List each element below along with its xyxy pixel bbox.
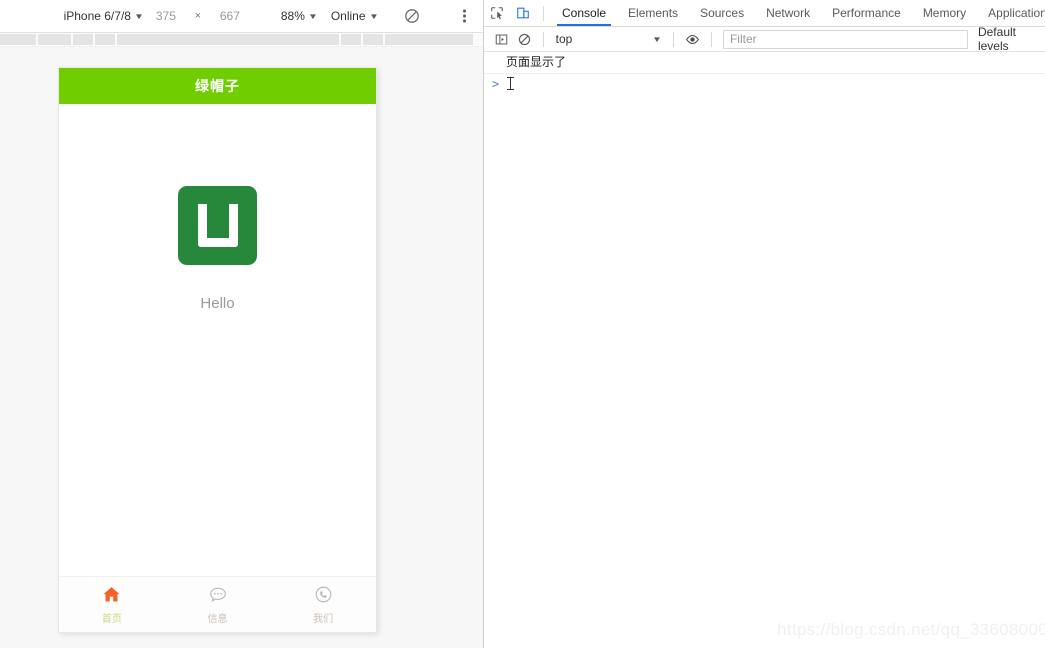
console-sidebar-icon[interactable] [490, 26, 513, 52]
tabbar-item-messages[interactable]: 信息 [165, 577, 271, 632]
ruler-segment [95, 34, 115, 45]
no-throttling-icon[interactable] [403, 7, 421, 25]
ruler-segment [117, 34, 339, 45]
javascript-context-selector[interactable]: top ▼ [551, 30, 667, 49]
ruler-segment [363, 34, 383, 45]
tab-performance-label: Performance [832, 6, 901, 20]
tab-elements[interactable]: Elements [617, 0, 689, 26]
tab-sources[interactable]: Sources [689, 0, 755, 26]
ruler-segment [341, 34, 361, 45]
app-tabbar: 首页 信息 我们 [59, 576, 376, 632]
ruler-segment [73, 34, 93, 45]
devtools-pane: Console Elements Sources Network Perform… [484, 0, 1045, 648]
device-ruler [0, 33, 483, 47]
chevron-down-icon: ▼ [307, 11, 318, 21]
tab-application-label: Application [988, 6, 1045, 20]
console-filter-toolbar: top ▼ Default levels ▼ [484, 25, 1045, 53]
ruler-segment [38, 34, 71, 45]
tab-elements-label: Elements [628, 6, 679, 20]
inspect-element-icon[interactable] [484, 0, 510, 26]
device-viewport-frame: 绿帽子 Hello 首页 信息 我们 [59, 68, 376, 632]
live-expression-icon[interactable] [681, 26, 704, 52]
chat-bubble-icon [208, 584, 228, 605]
tab-console-label: Console [562, 6, 607, 20]
toolbar-divider [543, 5, 544, 21]
tabbar-label-about: 我们 [313, 614, 334, 625]
network-label: Online [330, 9, 366, 23]
toolbar-divider [673, 31, 675, 47]
devtools-tabbar: Console Elements Sources Network Perform… [484, 0, 1045, 27]
dimension-separator: × [194, 10, 202, 22]
app-root: iPhone 6/7/8 ▼ 375 × 667 88% ▼ Online ▼ [0, 0, 1045, 648]
console-output[interactable]: 页面显示了 > https://blog.csdn.net/qq_3360800… [484, 52, 1045, 648]
context-label: top [555, 32, 573, 46]
console-message: 页面显示了 [484, 52, 1045, 74]
clear-console-icon[interactable] [513, 26, 536, 52]
toggle-device-toolbar-icon[interactable] [510, 0, 536, 26]
tabbar-item-about[interactable]: 我们 [270, 577, 376, 632]
console-prompt[interactable]: > [484, 74, 1045, 93]
zoom-level-label: 88% [280, 9, 305, 23]
tab-network[interactable]: Network [755, 0, 821, 26]
tab-memory-label: Memory [922, 6, 967, 20]
toolbar-divider [711, 31, 712, 47]
phone-circle-icon [314, 584, 333, 605]
home-icon [102, 584, 121, 605]
ruler-segment [385, 34, 473, 45]
chevron-down-icon: ▼ [652, 34, 663, 44]
tab-memory[interactable]: Memory [912, 0, 977, 26]
tabbar-label-home: 首页 [101, 614, 122, 625]
device-emulation-pane: iPhone 6/7/8 ▼ 375 × 667 88% ▼ Online ▼ [0, 0, 484, 648]
device-selector[interactable]: iPhone 6/7/8 ▼ [62, 9, 145, 23]
device-toolbar-menu-button[interactable] [459, 6, 470, 27]
uni-app-logo [178, 186, 257, 265]
device-width-input[interactable]: 375 [145, 9, 187, 23]
chevron-down-icon: ▼ [368, 11, 379, 21]
toolbar-divider [542, 31, 544, 47]
ruler-segment [0, 34, 36, 45]
watermark-text: https://blog.csdn.net/qq_33608000 [777, 620, 1045, 639]
device-height-input[interactable]: 667 [209, 9, 251, 23]
chevron-down-icon: ▼ [133, 11, 144, 21]
log-levels-label: Default levels [977, 25, 1016, 53]
console-filter-input[interactable] [722, 29, 968, 49]
greeting-text: Hello [200, 295, 235, 312]
tab-application[interactable]: Application [977, 0, 1045, 26]
tab-sources-label: Sources [700, 6, 745, 20]
console-log-levels-selector[interactable]: Default levels ▼ [978, 25, 1045, 53]
app-header-title: 绿帽子 [195, 78, 240, 94]
tab-console[interactable]: Console [551, 0, 617, 26]
logo-u-shape [197, 204, 238, 247]
tabbar-label-messages: 信息 [207, 614, 228, 625]
network-throttle-selector[interactable]: Online ▼ [330, 9, 379, 23]
prompt-arrow-icon: > [492, 76, 500, 91]
device-selector-label: iPhone 6/7/8 [63, 9, 131, 23]
app-header: 绿帽子 [59, 68, 376, 104]
tab-network-label: Network [766, 6, 811, 20]
zoom-selector[interactable]: 88% ▼ [280, 9, 318, 23]
device-toolbar: iPhone 6/7/8 ▼ 375 × 667 88% ▼ Online ▼ [0, 0, 483, 33]
tabbar-item-home[interactable]: 首页 [59, 577, 165, 632]
app-body: Hello 首页 信息 我们 [59, 104, 376, 632]
tab-performance[interactable]: Performance [821, 0, 912, 26]
text-cursor-icon [507, 77, 514, 90]
